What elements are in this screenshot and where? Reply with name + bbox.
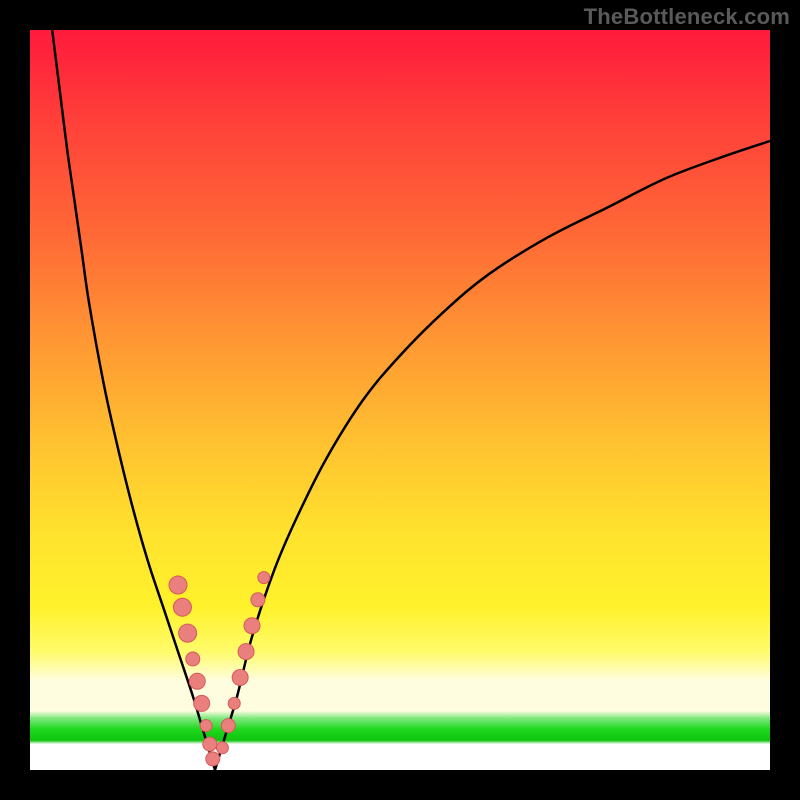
marker-dot bbox=[194, 695, 210, 711]
marker-dot bbox=[179, 624, 197, 642]
marker-dot bbox=[221, 719, 235, 733]
marker-dot bbox=[232, 670, 248, 686]
marker-dot bbox=[258, 572, 270, 584]
branding-watermark: TheBottleneck.com bbox=[584, 4, 790, 30]
marker-dot bbox=[228, 697, 240, 709]
curve-right-branch bbox=[215, 141, 770, 770]
marker-dot bbox=[200, 720, 212, 732]
marker-dot bbox=[173, 598, 191, 616]
marker-dot bbox=[244, 618, 260, 634]
marker-dot bbox=[186, 652, 200, 666]
marker-dot bbox=[203, 737, 217, 751]
marker-dot bbox=[238, 644, 254, 660]
marker-dot bbox=[189, 673, 205, 689]
marker-dot bbox=[206, 752, 220, 766]
bottleneck-curve bbox=[30, 30, 770, 770]
marker-dot bbox=[251, 593, 265, 607]
marker-dot bbox=[169, 576, 187, 594]
marker-dot bbox=[216, 742, 228, 754]
chart-frame: TheBottleneck.com bbox=[0, 0, 800, 800]
